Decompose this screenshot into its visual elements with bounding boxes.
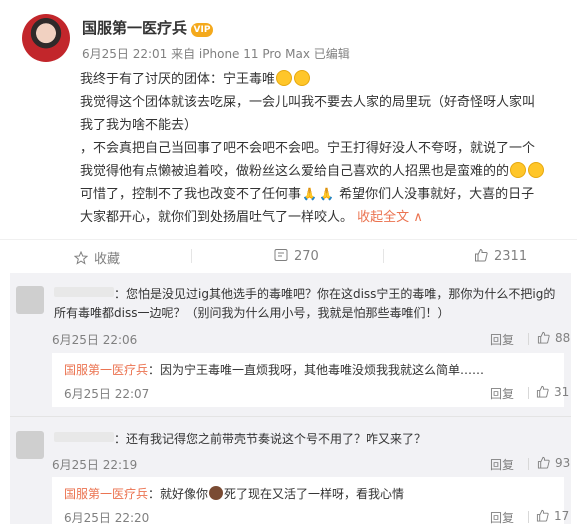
comment-text: ：您怕是没见过ig其他选手的毒唯吧？你在这diss宁王的毒唯，那你为什么不把ig… bbox=[54, 285, 555, 304]
comment-like-button[interactable]: 88 bbox=[537, 331, 570, 345]
divider bbox=[383, 249, 384, 263]
reply-reply-button[interactable]: 回复 bbox=[490, 509, 514, 524]
thumbs-up-icon bbox=[475, 248, 488, 262]
reply-reply-button[interactable]: 回复 bbox=[490, 385, 514, 402]
reply-like-button[interactable]: 17 bbox=[536, 509, 569, 523]
comment-reply-button[interactable]: 回复 bbox=[490, 456, 514, 473]
comment-time: 6月25日 22:06 bbox=[52, 333, 138, 347]
post-line: 可惜了，控制不了我也改变不了任何事🙏 🙏 希望你们人没事就好，大喜的日子 bbox=[80, 183, 570, 206]
reply-time: 6月25日 22:07 bbox=[64, 387, 150, 401]
comment-time: 6月25日 22:19 bbox=[52, 458, 138, 472]
thumbs-up-icon bbox=[536, 385, 549, 398]
commenter-name-blurred[interactable] bbox=[54, 432, 114, 442]
thumbs-up-icon bbox=[537, 331, 550, 344]
like-button[interactable]: 2311 bbox=[474, 248, 527, 264]
face-emoji bbox=[209, 486, 224, 500]
reply-content: 死了现在又活了一样呀，看我心情 bbox=[224, 487, 405, 501]
grin-emoji bbox=[294, 70, 311, 86]
star-icon bbox=[74, 251, 88, 265]
grin-emoji bbox=[276, 70, 293, 86]
reply-block: 国服第一医疗兵：就好像你 死了现在又活了一样呀，看我心情 6月25日 22:20 … bbox=[52, 477, 569, 524]
repost-button[interactable]: 270 bbox=[274, 248, 319, 264]
divider bbox=[528, 333, 529, 345]
comment-divider bbox=[10, 416, 571, 417]
reply-block: 国服第一医疗兵：因为宁王毒唯一直烦我呀，其他毒唯没烦我我就这么简单…… 6月25… bbox=[52, 353, 569, 407]
favorite-button[interactable]: 收藏 bbox=[74, 248, 120, 267]
reply-time: 6月25日 22:20 bbox=[64, 511, 150, 524]
divider bbox=[528, 458, 529, 470]
post-line: 我觉得这个团体就该去吃屎，一会儿叫我不要去人家的局里玩（好奇怪呀人家叫 bbox=[80, 95, 536, 110]
repost-count[interactable]: 270 bbox=[294, 249, 319, 264]
divider bbox=[528, 511, 529, 523]
post-meta: 6月25日 22:01 来自 iPhone 11 Pro Max 已编辑 bbox=[82, 47, 350, 61]
reply-author[interactable]: 国服第一医疗兵 bbox=[64, 487, 148, 501]
divider bbox=[528, 387, 529, 399]
comment-like-button[interactable]: 93 bbox=[537, 456, 570, 470]
collapse-fulltext-link[interactable]: 收起全文 ∧ bbox=[357, 210, 423, 225]
collapse-label[interactable]: 收起全文 bbox=[357, 210, 409, 225]
author-avatar[interactable] bbox=[22, 14, 70, 62]
divider bbox=[191, 249, 192, 263]
commenter-avatar[interactable] bbox=[16, 286, 44, 314]
post-line-text: 可惜了，控制不了我也改变不了任何事 bbox=[80, 187, 302, 202]
reply-like-count[interactable]: 17 bbox=[554, 509, 569, 523]
commenter-avatar[interactable] bbox=[16, 431, 44, 459]
reply-like-count[interactable]: 31 bbox=[554, 385, 569, 399]
comment-text-line: ：您怕是没见过ig其他选手的毒唯吧？你在这diss宁王的毒唯，那你为什么不把ig… bbox=[114, 287, 556, 301]
thumbs-up-icon bbox=[536, 509, 549, 522]
post-line: 我了我为啥不能去） bbox=[80, 118, 198, 133]
repost-icon bbox=[274, 249, 288, 261]
commenter-name-blurred[interactable] bbox=[54, 287, 114, 297]
like-count[interactable]: 2311 bbox=[494, 249, 527, 264]
post-actions: 收藏 270 2311 bbox=[0, 239, 577, 271]
pray-emoji: 🙏 bbox=[302, 187, 317, 201]
chevron-up-icon[interactable]: ∧ bbox=[413, 210, 423, 225]
post-line: 我终于有了讨厌的团体：宁王毒唯 bbox=[80, 68, 570, 91]
reply-text: 国服第一医疗兵：就好像你 死了现在又活了一样呀，看我心情 bbox=[64, 485, 404, 502]
comment-reply-button[interactable]: 回复 bbox=[490, 331, 514, 348]
post-line-text: 大家都开心，就你们到处扬眉吐气了一样咬人。 bbox=[80, 210, 354, 225]
comment-like-count[interactable]: 93 bbox=[555, 456, 570, 470]
author-name-text[interactable]: 国服第一医疗兵 bbox=[82, 19, 187, 37]
vip-badge-icon: VIP bbox=[191, 23, 214, 37]
reply-author[interactable]: 国服第一医疗兵 bbox=[64, 363, 148, 377]
post-line: ，不会真把自己当回事了吧不会吧不会吧。宁王打得好没人不夸呀，就说了一个 bbox=[80, 141, 536, 156]
comment-list: ：您怕是没见过ig其他选手的毒唯吧？你在这diss宁王的毒唯，那你为什么不把ig… bbox=[10, 273, 571, 524]
comment-text: ：还有我记得您之前带壳节奏说这个号不用了？咋又来了？ bbox=[54, 430, 426, 449]
grin-emoji bbox=[510, 162, 527, 178]
grin-emoji bbox=[528, 162, 545, 178]
reply-content: ：就好像你 bbox=[148, 487, 209, 501]
post-line: 大家都开心，就你们到处扬眉吐气了一样咬人。 收起全文 ∧ bbox=[80, 206, 570, 229]
reply-text: 国服第一医疗兵：因为宁王毒唯一直烦我呀，其他毒唯没烦我我就这么简单…… bbox=[64, 361, 484, 378]
author-name[interactable]: 国服第一医疗兵 VIP bbox=[82, 17, 214, 38]
post-line: 我觉得他有点懒被追着咬，做粉丝这么爱给自己喜欢的人招黑也是蛮难的的 bbox=[80, 160, 570, 183]
thumbs-up-icon bbox=[537, 456, 550, 469]
post-line-text: 我终于有了讨厌的团体：宁王毒唯 bbox=[80, 72, 276, 87]
comment-text-line: ：还有我记得您之前带壳节奏说这个号不用了？咋又来了？ bbox=[114, 432, 427, 446]
post-header: 国服第一医疗兵 VIP 6月25日 22:01 来自 iPhone 11 Pro … bbox=[22, 14, 562, 64]
favorite-label[interactable]: 收藏 bbox=[94, 252, 120, 267]
post-body: 我终于有了讨厌的团体：宁王毒唯 我觉得这个团体就该去吃屎，一会儿叫我不要去人家的… bbox=[80, 68, 570, 229]
post-line-suffix: 希望你们人没事就好，大喜的日子 bbox=[339, 187, 535, 202]
comment-like-count[interactable]: 88 bbox=[555, 331, 570, 345]
post-line-text: 我觉得他有点懒被追着咬，做粉丝这么爱给自己喜欢的人招黑也是蛮难的的 bbox=[80, 164, 510, 179]
pray-emoji: 🙏 bbox=[318, 187, 334, 201]
reply-content: ：因为宁王毒唯一直烦我呀，其他毒唯没烦我我就这么简单…… bbox=[148, 363, 485, 377]
comment-text-line: 所有毒唯都diss一边呢？（别问我为什么用小号，我就是怕那些毒唯们！） bbox=[54, 306, 450, 320]
reply-like-button[interactable]: 31 bbox=[536, 385, 569, 399]
